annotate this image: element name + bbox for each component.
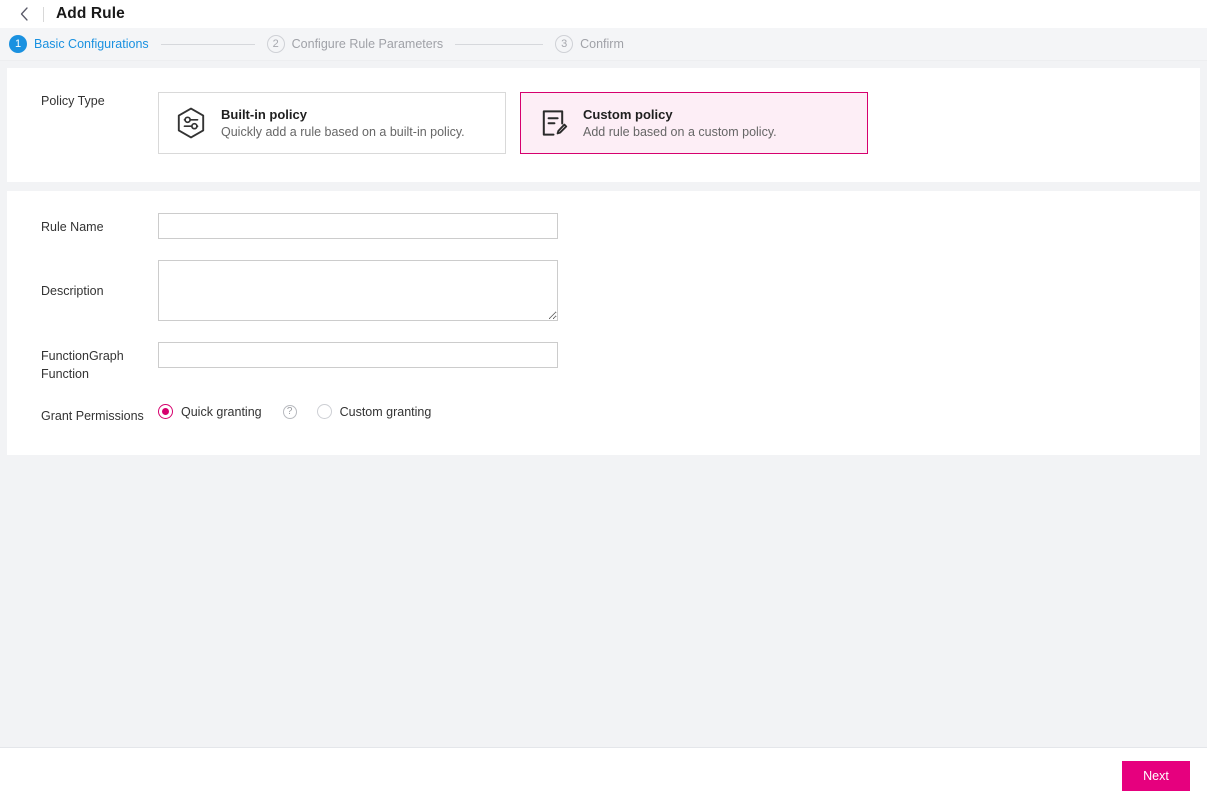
policy-option-title: Built-in policy xyxy=(221,107,307,122)
step-number: 2 xyxy=(266,35,285,53)
field-rule-name: Rule Name xyxy=(7,213,1200,239)
radio-mark xyxy=(158,404,173,419)
grant-permissions-label: Grant Permissions xyxy=(41,409,144,423)
header-divider xyxy=(43,6,44,22)
step-label: Basic Configurations xyxy=(34,37,149,51)
policy-option-text: Built-in policy Quickly add a rule based… xyxy=(221,107,465,139)
radio-quick-granting[interactable]: Quick granting xyxy=(158,404,262,419)
radio-label: Custom granting xyxy=(339,404,432,419)
step-connector xyxy=(455,43,544,45)
question-circle-icon[interactable]: ? xyxy=(282,404,297,419)
hexagon-sliders-icon xyxy=(173,105,209,141)
page-footer: Next xyxy=(0,747,1207,804)
policy-option-text: Custom policy Add rule based on a custom… xyxy=(583,107,777,139)
rule-name-input[interactable] xyxy=(158,213,558,239)
policy-type-card: Policy Type Built-in policy Quickly add … xyxy=(7,68,1200,182)
field-description: Description xyxy=(7,260,1200,321)
policy-option-title: Custom policy xyxy=(583,107,673,122)
description-label: Description xyxy=(41,284,104,298)
document-pencil-icon xyxy=(535,105,571,141)
step-number: 3 xyxy=(555,35,574,53)
page-header: Add Rule xyxy=(0,0,1207,28)
radio-custom-granting[interactable]: Custom granting xyxy=(316,404,432,419)
policy-option-custom[interactable]: Custom policy Add rule based on a custom… xyxy=(520,92,868,154)
step-indicator: 1 Basic Configurations 2 Configure Rule … xyxy=(0,28,1207,61)
add-rule-page: Add Rule 1 Basic Configurations 2 Config… xyxy=(0,0,1207,804)
policy-option-built-in[interactable]: Built-in policy Quickly add a rule based… xyxy=(158,92,506,154)
field-functiongraph-function: FunctionGraph Function xyxy=(7,342,1200,383)
page-title: Add Rule xyxy=(56,5,125,22)
policy-type-label: Policy Type xyxy=(41,94,105,108)
radio-label: Quick granting xyxy=(181,404,262,419)
back-button[interactable] xyxy=(14,4,34,24)
functiongraph-function-label: FunctionGraph Function xyxy=(41,349,124,381)
radio-mark xyxy=(316,404,332,419)
next-button[interactable]: Next xyxy=(1122,761,1190,791)
step-number: 1 xyxy=(9,35,27,53)
policy-type-options: Built-in policy Quickly add a rule based… xyxy=(158,92,868,154)
step-label: Configure Rule Parameters xyxy=(291,37,444,51)
description-textarea[interactable] xyxy=(158,260,558,321)
rule-details-card: Rule Name Description FunctionGraph Func… xyxy=(7,191,1200,455)
step-connector xyxy=(160,43,255,45)
step-configure-rule-parameters[interactable]: 2 Configure Rule Parameters xyxy=(266,35,444,53)
step-confirm[interactable]: 3 Confirm xyxy=(555,35,624,53)
step-basic-configurations[interactable]: 1 Basic Configurations xyxy=(9,35,149,53)
grant-permissions-radio-group: Quick granting ? Custom granting xyxy=(158,404,431,419)
step-label: Confirm xyxy=(580,37,624,51)
policy-option-description: Add rule based on a custom policy. xyxy=(583,125,777,139)
policy-option-description: Quickly add a rule based on a built-in p… xyxy=(221,125,465,139)
field-grant-permissions: Grant Permissions Quick granting ? Custo… xyxy=(7,404,1200,425)
rule-name-label: Rule Name xyxy=(41,220,104,234)
functiongraph-function-input[interactable] xyxy=(158,342,558,368)
